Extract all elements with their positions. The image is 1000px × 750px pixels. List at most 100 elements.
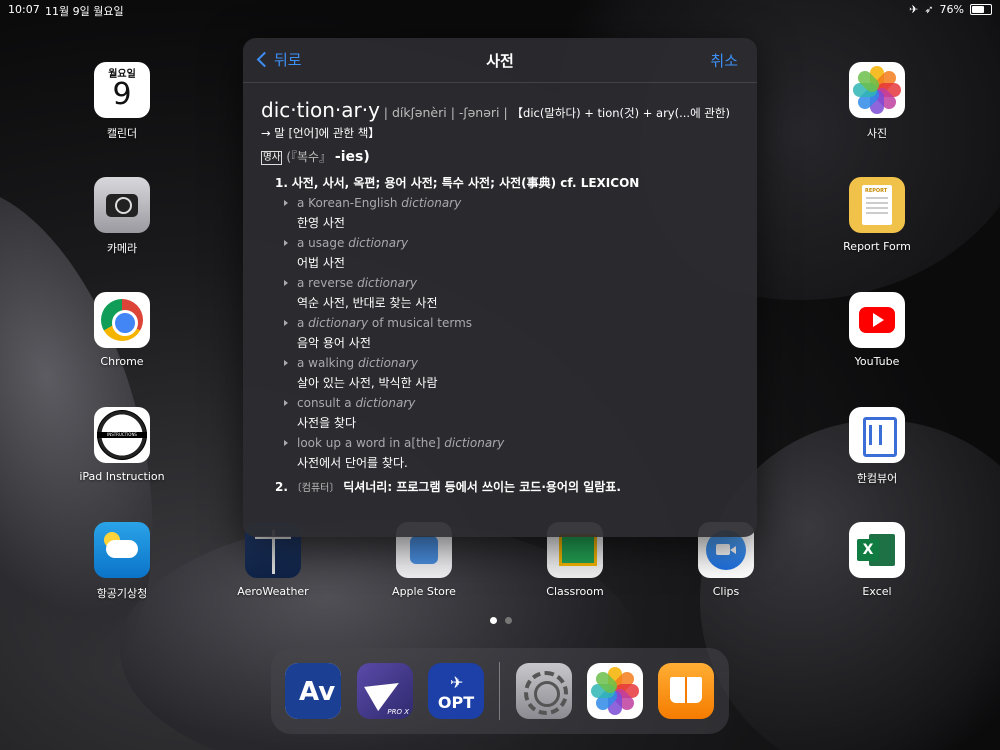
calendar-day: 9 (112, 77, 132, 112)
example-translation: 음악 용어 사전 (297, 336, 371, 350)
status-time: 10:07 (8, 3, 40, 16)
dock-separator (499, 662, 500, 720)
example-translation: 어법 사전 (297, 256, 345, 270)
sense-number: 2. (275, 480, 288, 494)
app-excel[interactable]: X Excel (822, 522, 932, 598)
example-text: a reverse (297, 276, 358, 290)
page-dot-1 (490, 617, 497, 624)
av-app-icon[interactable]: Av (285, 663, 341, 719)
dictionary-popup: 뒤로 사전 취소 dic·tion·ar·y | díkʃənèri | -ʃə… (243, 38, 757, 537)
battery-percent: 76% (939, 3, 964, 16)
sense-definition: 사전, 사서, 옥편; 용어 사전; 특수 사전; 사전(事典) cf. LEX… (291, 176, 640, 190)
app-camera[interactable]: 카메라 (67, 177, 177, 256)
airplane-icon: ✈ (909, 3, 919, 16)
example-keyword: dictionary (348, 236, 409, 250)
app-ipad-instruction[interactable]: INSTRUCTIONS iPad Instruction (67, 407, 177, 483)
settings-icon[interactable] (516, 663, 572, 719)
example-phrase: a reverse dictionary (283, 273, 741, 293)
pos-badge: 명사 (261, 150, 283, 165)
sense-label: 〔컴퓨터〕 (291, 483, 340, 494)
app-label: 한컴뷰어 (856, 472, 898, 485)
instructions-icon: INSTRUCTIONS (94, 407, 150, 463)
calendar-icon: 월요일 9 (94, 62, 150, 118)
example-keyword: dictionary (355, 396, 416, 410)
app-label: 사진 (866, 127, 888, 140)
app-photos[interactable]: 사진 (822, 62, 932, 141)
app-label: 항공기상청 (96, 587, 148, 600)
sense-2: 2. 〔컴퓨터〕 딕셔너리: 프로그램 등에서 쓰이는 코드·용어의 일람표. (275, 477, 741, 499)
popup-header: 뒤로 사전 취소 (243, 38, 757, 83)
headword: dic·tion·ar·y (261, 98, 380, 122)
app-label: Clips (712, 585, 740, 598)
app-label: Apple Store (392, 585, 456, 598)
example-text: of musical terms (368, 316, 473, 330)
cancel-button[interactable]: 취소 (710, 50, 738, 71)
app-report-form[interactable]: REPORT Report Form (822, 177, 932, 253)
app-label: Excel (862, 585, 892, 598)
av-text: Av (299, 677, 336, 707)
instructions-logo-text: INSTRUCTIONS (97, 432, 147, 438)
entry-head: dic·tion·ar·y | díkʃənèri | -ʃənəri | 【d… (261, 100, 741, 143)
app-calendar[interactable]: 월요일 9 캘린더 (67, 62, 177, 141)
example-keyword: dictionary (444, 436, 505, 450)
flight-app-icon[interactable]: PRO X (357, 663, 413, 719)
opt-app-icon[interactable]: ✈ OPT (428, 663, 484, 719)
camera-icon (94, 177, 150, 233)
opt-text: OPT (437, 693, 475, 712)
example-text: a walking (297, 356, 358, 370)
example-phrase: consult a dictionary (283, 393, 741, 413)
youtube-icon (849, 292, 905, 348)
pos-line: 명사 (『복수』 -ies) (261, 147, 741, 167)
app-label: Chrome (100, 355, 144, 368)
weather-icon (94, 522, 150, 578)
plural-suffix: -ies) (334, 149, 370, 165)
example-keyword: dictionary (357, 276, 418, 290)
example-text: look up a word in a[the] (297, 436, 445, 450)
plural-prefix: (『복수』 (286, 150, 332, 164)
status-right: ✈ ➶ 76% (909, 3, 992, 16)
sense-1: 1. 사전, 사서, 옥편; 용어 사전; 특수 사전; 사전(事典) cf. … (275, 173, 741, 193)
example-phrase: look up a word in a[the] dictionary (283, 433, 741, 453)
example-translation: 사전에서 단어를 찾다. (297, 456, 408, 470)
app-label: 캘린더 (106, 127, 138, 140)
battery-icon (970, 4, 992, 15)
example-translation: 한영 사전 (297, 216, 345, 230)
app-label: iPad Instruction (79, 470, 165, 483)
chrome-icon (94, 292, 150, 348)
hancom-viewer-icon (849, 407, 905, 463)
report-logo-text: REPORT (865, 188, 888, 194)
dictionary-entry: dic·tion·ar·y | díkʃənèri | -ʃənəri | 【d… (261, 100, 741, 499)
example-text: a Korean-English (297, 196, 402, 210)
app-label: YouTube (854, 355, 900, 368)
photos-dock-icon[interactable] (587, 663, 643, 719)
app-label: 카메라 (106, 242, 138, 255)
example-translation: 살아 있는 사전, 박식한 사람 (297, 376, 438, 390)
books-icon[interactable] (658, 663, 714, 719)
app-weather[interactable]: 항공기상청 (67, 522, 177, 601)
app-label: Classroom (546, 585, 604, 598)
app-youtube[interactable]: YouTube (822, 292, 932, 368)
dock: Av PRO X ✈ OPT (271, 648, 729, 734)
example-list: a Korean-English dictionary 한영 사전 a usage … (283, 193, 741, 473)
sense-number: 1. (275, 176, 288, 190)
example-phrase: a Korean-English dictionary (283, 193, 741, 213)
status-bar: 10:07 11월 9일 월요일 ✈ ➶ 76% (0, 0, 1000, 20)
photos-icon (849, 62, 905, 118)
example-translation: 역순 사전, 반대로 찾는 사전 (297, 296, 438, 310)
example-phrase: a dictionary of musical terms (283, 313, 741, 333)
page-dot-2 (505, 617, 512, 624)
app-label: Report Form (843, 240, 911, 253)
example-phrase: a usage dictionary (283, 233, 741, 253)
example-text: a usage (297, 236, 349, 250)
excel-icon: X (849, 522, 905, 578)
location-icon: ➶ (924, 3, 934, 16)
app-chrome[interactable]: Chrome (67, 292, 177, 368)
status-date: 11월 9일 월요일 (45, 5, 124, 18)
battery-fill (972, 6, 984, 13)
example-keyword: dictionary (401, 196, 462, 210)
report-icon: REPORT (849, 177, 905, 233)
page-indicator[interactable] (490, 617, 512, 624)
example-translation: 사전을 찾다 (297, 416, 357, 430)
app-hancom[interactable]: 한컴뷰어 (822, 407, 932, 486)
flight-app-text: PRO X (387, 708, 409, 716)
